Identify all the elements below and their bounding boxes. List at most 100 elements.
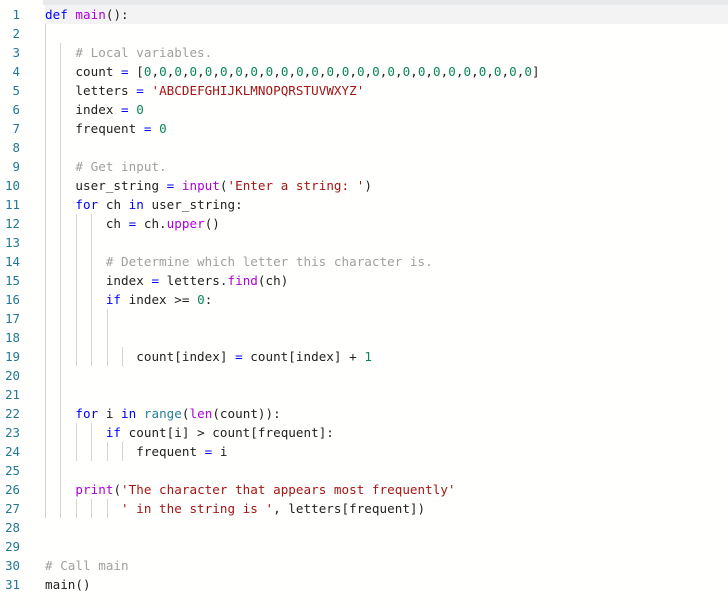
token-plain: , bbox=[334, 64, 342, 79]
indent-guide bbox=[45, 24, 46, 43]
code-text: # Get input. bbox=[45, 157, 167, 176]
code-content[interactable]: if count[i] > count[frequent]: bbox=[45, 423, 728, 442]
code-content[interactable] bbox=[45, 233, 728, 252]
token-plain: (): bbox=[105, 7, 129, 22]
code-line[interactable]: 22 for i in range(len(count)): bbox=[0, 404, 728, 423]
code-line[interactable]: 17 bbox=[0, 309, 728, 328]
code-text: letters = 'ABCDEFGHIJKLMNOPQRSTUVWXYZ' bbox=[45, 81, 364, 100]
indent-guide bbox=[60, 461, 62, 480]
code-line[interactable]: 12 ch = ch.upper() bbox=[0, 214, 728, 233]
code-content[interactable]: for ch in user_string: bbox=[45, 195, 728, 214]
code-content[interactable]: index = letters.find(ch) bbox=[45, 271, 728, 290]
token-plain: , bbox=[318, 64, 327, 79]
token-plain: , bbox=[273, 64, 281, 79]
code-content[interactable]: main() bbox=[45, 575, 728, 594]
code-line[interactable]: 10 user_string = input('Enter a string: … bbox=[0, 176, 728, 195]
code-line[interactable]: 15 index = letters.find(ch) bbox=[0, 271, 728, 290]
code-content[interactable]: # Determine which letter this character … bbox=[45, 252, 728, 271]
token-comment: # Get input. bbox=[75, 159, 167, 174]
code-content[interactable]: # Call main bbox=[45, 556, 728, 575]
token-plain: count[index] bbox=[136, 349, 236, 364]
code-content[interactable]: if index >= 0: bbox=[45, 290, 728, 309]
token-function: print bbox=[75, 482, 114, 497]
code-line[interactable]: 2 bbox=[0, 24, 728, 43]
code-line[interactable]: 23 if count[i] > count[frequent]: bbox=[0, 423, 728, 442]
code-line[interactable]: 6 index = 0 bbox=[0, 100, 728, 119]
token-keyword: for bbox=[75, 197, 99, 212]
code-content[interactable] bbox=[45, 24, 728, 43]
token-number: 0 bbox=[326, 64, 335, 79]
token-number: 0 bbox=[197, 292, 205, 307]
token-number: 0 bbox=[174, 64, 182, 79]
code-content[interactable]: # Local variables. bbox=[45, 43, 728, 62]
code-content[interactable]: print('The character that appears most f… bbox=[45, 480, 728, 499]
code-line[interactable]: 9 # Get input. bbox=[0, 157, 728, 176]
code-line[interactable]: 26 print('The character that appears mos… bbox=[0, 480, 728, 499]
indent-guide bbox=[45, 309, 46, 328]
code-text: count = [0,0,0,0,0,0,0,0,0,0,0,0,0,0,0,0… bbox=[45, 62, 540, 81]
code-content[interactable]: index = 0 bbox=[45, 100, 728, 119]
code-line[interactable]: 27 ' in the string is ', letters[frequen… bbox=[0, 499, 728, 518]
token-function: input bbox=[181, 178, 220, 193]
code-content[interactable]: ch = ch.upper() bbox=[45, 214, 728, 233]
code-line[interactable]: 25 bbox=[0, 461, 728, 480]
indent-guide bbox=[106, 309, 108, 328]
token-function: len bbox=[189, 406, 213, 421]
code-line[interactable]: 7 frequent = 0 bbox=[0, 119, 728, 138]
code-content[interactable]: count[index] = count[index] + 1 bbox=[45, 347, 728, 366]
code-line[interactable]: 30 # Call main bbox=[0, 556, 728, 575]
line-number: 30 bbox=[5, 558, 20, 573]
code-content[interactable]: ' in the string is ', letters[frequent]) bbox=[45, 499, 728, 518]
indent-guide bbox=[60, 385, 62, 404]
token-number: 0 bbox=[387, 64, 395, 79]
code-line[interactable]: 16 if index >= 0: bbox=[0, 290, 728, 309]
code-content[interactable] bbox=[45, 138, 728, 157]
code-text: # Local variables. bbox=[45, 43, 212, 62]
token-operator: = bbox=[121, 102, 129, 117]
code-line[interactable]: 29 bbox=[0, 537, 728, 556]
code-content[interactable] bbox=[45, 537, 728, 556]
code-line[interactable]: 4 count = [0,0,0,0,0,0,0,0,0,0,0,0,0,0,0… bbox=[0, 62, 728, 81]
code-content[interactable] bbox=[45, 366, 728, 385]
code-content[interactable] bbox=[45, 309, 728, 328]
code-line[interactable]: 24 frequent = i bbox=[0, 442, 728, 461]
code-line[interactable]: 11 for ch in user_string: bbox=[0, 195, 728, 214]
token-operator: = bbox=[235, 349, 243, 364]
code-line[interactable]: 1 def main(): bbox=[0, 5, 728, 24]
code-text: # Determine which letter this character … bbox=[45, 252, 433, 271]
code-text: ' in the string is ', letters[frequent]) bbox=[45, 499, 425, 518]
token-string: ' in the string is ' bbox=[121, 501, 274, 516]
line-number: 20 bbox=[5, 368, 20, 383]
code-content[interactable]: # Get input. bbox=[45, 157, 728, 176]
code-content[interactable]: for i in range(len(count)): bbox=[45, 404, 728, 423]
token-plain: , letters[frequent]) bbox=[273, 501, 426, 516]
code-content[interactable]: letters = 'ABCDEFGHIJKLMNOPQRSTUVWXYZ' bbox=[45, 81, 728, 100]
code-content[interactable]: frequent = i bbox=[45, 442, 728, 461]
code-line[interactable]: 13 bbox=[0, 233, 728, 252]
code-line[interactable]: 19 count[index] = count[index] + 1 bbox=[0, 347, 728, 366]
token-number: 0 bbox=[159, 121, 167, 136]
code-editor[interactable]: 1 def main(): 2 3 # Local variables. 4 count… bbox=[0, 5, 728, 606]
code-content[interactable]: def main(): bbox=[45, 5, 728, 24]
code-line[interactable]: 5 letters = 'ABCDEFGHIJKLMNOPQRSTUVWXYZ' bbox=[0, 81, 728, 100]
token-plain: count[index] + bbox=[242, 349, 365, 364]
code-content[interactable] bbox=[45, 328, 728, 347]
code-content[interactable]: user_string = input('Enter a string: ') bbox=[45, 176, 728, 195]
token-plain: () bbox=[204, 216, 220, 231]
line-number: 9 bbox=[12, 159, 20, 174]
code-line[interactable]: 14 # Determine which letter this charact… bbox=[0, 252, 728, 271]
code-line[interactable]: 21 bbox=[0, 385, 728, 404]
code-content[interactable] bbox=[45, 461, 728, 480]
code-line[interactable]: 18 bbox=[0, 328, 728, 347]
code-line[interactable]: 3 # Local variables. bbox=[0, 43, 728, 62]
code-line[interactable]: 8 bbox=[0, 138, 728, 157]
code-content[interactable] bbox=[45, 518, 728, 537]
code-content[interactable]: count = [0,0,0,0,0,0,0,0,0,0,0,0,0,0,0,0… bbox=[45, 62, 728, 81]
code-content[interactable] bbox=[45, 385, 728, 404]
code-content[interactable]: frequent = 0 bbox=[45, 119, 728, 138]
code-line[interactable]: 20 bbox=[0, 366, 728, 385]
code-line[interactable]: 31 main() bbox=[0, 575, 728, 594]
code-line[interactable]: 28 bbox=[0, 518, 728, 537]
